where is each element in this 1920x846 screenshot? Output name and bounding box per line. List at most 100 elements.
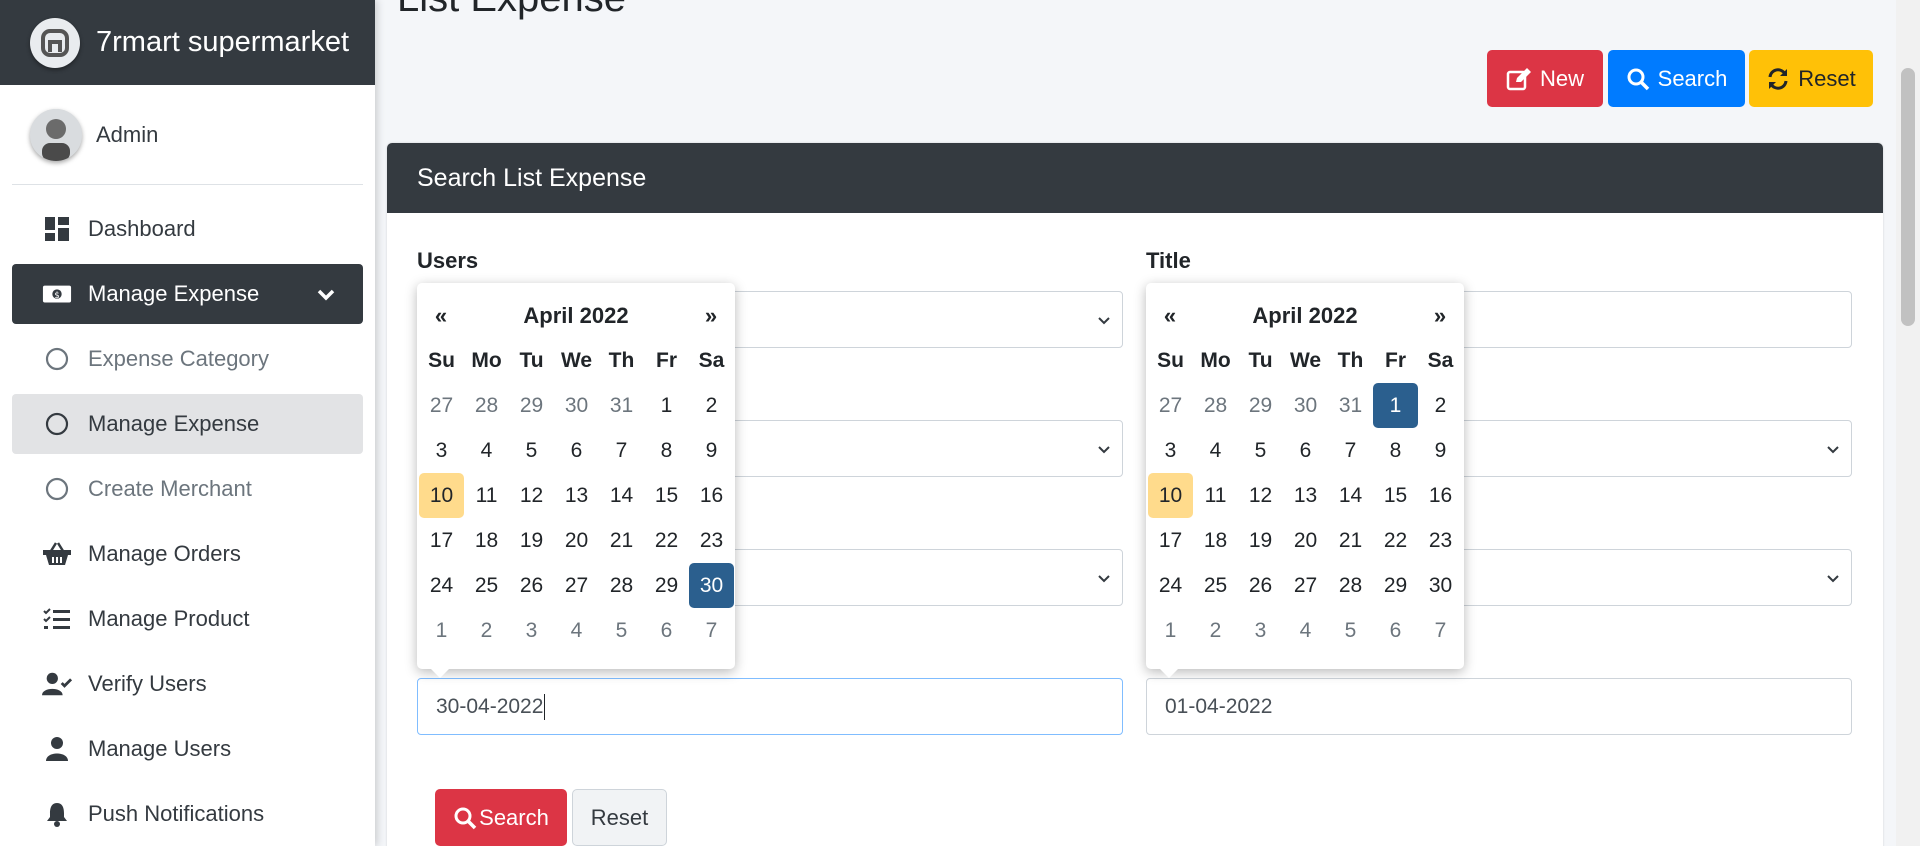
calendar-day[interactable]: 10 xyxy=(419,473,464,518)
user-panel[interactable]: Admin xyxy=(12,85,363,185)
calendar-day[interactable]: 27 xyxy=(554,563,599,608)
calendar-day[interactable]: 3 xyxy=(419,428,464,473)
calendar-day[interactable]: 13 xyxy=(554,473,599,518)
calendar-day[interactable]: 6 xyxy=(554,428,599,473)
calendar-day[interactable]: 31 xyxy=(599,383,644,428)
calendar-day[interactable]: 5 xyxy=(599,608,644,653)
calendar-day[interactable]: 6 xyxy=(1283,428,1328,473)
calendar-day[interactable]: 28 xyxy=(1193,383,1238,428)
sidebar-item-manage-expense-sub[interactable]: Manage Expense xyxy=(12,394,363,454)
calendar-day[interactable]: 5 xyxy=(1328,608,1373,653)
calendar-day[interactable]: 26 xyxy=(509,563,554,608)
calendar-day[interactable]: 5 xyxy=(509,428,554,473)
calendar-day[interactable]: 9 xyxy=(1418,428,1463,473)
calendar-day[interactable]: 27 xyxy=(1148,383,1193,428)
prev-month-button[interactable]: « xyxy=(1148,303,1192,329)
calendar-day[interactable]: 26 xyxy=(1238,563,1283,608)
calendar-day[interactable]: 3 xyxy=(1238,608,1283,653)
calendar-day[interactable]: 29 xyxy=(509,383,554,428)
calendar-day[interactable]: 30 xyxy=(554,383,599,428)
calendar-day[interactable]: 17 xyxy=(419,518,464,563)
calendar-day[interactable]: 7 xyxy=(599,428,644,473)
calendar-day[interactable]: 2 xyxy=(464,608,509,653)
calendar-day[interactable]: 22 xyxy=(644,518,689,563)
calendar-day[interactable]: 12 xyxy=(1238,473,1283,518)
calendar-day[interactable]: 31 xyxy=(1328,383,1373,428)
calendar-day[interactable]: 2 xyxy=(1193,608,1238,653)
datepicker-month[interactable]: April 2022 xyxy=(463,303,689,329)
calendar-day[interactable]: 3 xyxy=(1148,428,1193,473)
sidebar-item-expense-category[interactable]: Expense Category xyxy=(12,329,363,389)
prev-month-button[interactable]: « xyxy=(419,303,463,329)
sidebar-item-create-merchant[interactable]: Create Merchant xyxy=(12,459,363,519)
sidebar-item-manage-expense[interactable]: $ Manage Expense xyxy=(12,264,363,324)
calendar-day[interactable]: 1 xyxy=(644,383,689,428)
next-month-button[interactable]: » xyxy=(689,303,733,329)
calendar-day[interactable]: 20 xyxy=(1283,518,1328,563)
calendar-day[interactable]: 23 xyxy=(689,518,734,563)
calendar-day[interactable]: 28 xyxy=(1328,563,1373,608)
sidebar-item-verify-users[interactable]: Verify Users xyxy=(12,654,363,714)
calendar-day[interactable]: 1 xyxy=(419,608,464,653)
page-scrollbar[interactable] xyxy=(1896,0,1920,846)
calendar-day[interactable]: 4 xyxy=(1283,608,1328,653)
calendar-day[interactable]: 1 xyxy=(1148,608,1193,653)
calendar-day[interactable]: 14 xyxy=(599,473,644,518)
new-button[interactable]: New xyxy=(1487,50,1603,107)
calendar-day[interactable]: 8 xyxy=(644,428,689,473)
date-from-input[interactable]: 30-04-2022 xyxy=(417,678,1123,735)
form-search-button[interactable]: Search xyxy=(435,789,567,846)
calendar-day[interactable]: 28 xyxy=(599,563,644,608)
sidebar-item-manage-orders[interactable]: Manage Orders xyxy=(12,524,363,584)
next-month-button[interactable]: » xyxy=(1418,303,1462,329)
calendar-day[interactable]: 17 xyxy=(1148,518,1193,563)
calendar-day[interactable]: 25 xyxy=(464,563,509,608)
calendar-day[interactable]: 6 xyxy=(1373,608,1418,653)
calendar-day[interactable]: 16 xyxy=(1418,473,1463,518)
calendar-day[interactable]: 7 xyxy=(1418,608,1463,653)
form-reset-button[interactable]: Reset xyxy=(572,789,667,846)
search-button[interactable]: Search xyxy=(1608,50,1745,107)
calendar-day[interactable]: 6 xyxy=(644,608,689,653)
calendar-day[interactable]: 1 xyxy=(1373,383,1418,428)
calendar-day[interactable]: 3 xyxy=(509,608,554,653)
calendar-day[interactable]: 2 xyxy=(1418,383,1463,428)
calendar-day[interactable]: 25 xyxy=(1193,563,1238,608)
calendar-day[interactable]: 15 xyxy=(1373,473,1418,518)
calendar-day[interactable]: 28 xyxy=(464,383,509,428)
calendar-day[interactable]: 11 xyxy=(1193,473,1238,518)
calendar-day[interactable]: 16 xyxy=(689,473,734,518)
calendar-day[interactable]: 10 xyxy=(1148,473,1193,518)
calendar-day[interactable]: 7 xyxy=(689,608,734,653)
calendar-day[interactable]: 4 xyxy=(554,608,599,653)
calendar-day[interactable]: 20 xyxy=(554,518,599,563)
calendar-day[interactable]: 9 xyxy=(689,428,734,473)
calendar-day[interactable]: 8 xyxy=(1373,428,1418,473)
calendar-day[interactable]: 21 xyxy=(1328,518,1373,563)
calendar-day[interactable]: 29 xyxy=(1238,383,1283,428)
calendar-day[interactable]: 4 xyxy=(1193,428,1238,473)
calendar-day[interactable]: 5 xyxy=(1238,428,1283,473)
brand[interactable]: 7rmart supermarket xyxy=(0,0,375,85)
sidebar-item-dashboard[interactable]: Dashboard xyxy=(12,199,363,259)
calendar-day[interactable]: 7 xyxy=(1328,428,1373,473)
calendar-day[interactable]: 19 xyxy=(1238,518,1283,563)
calendar-day[interactable]: 29 xyxy=(1373,563,1418,608)
calendar-day[interactable]: 12 xyxy=(509,473,554,518)
calendar-day[interactable]: 11 xyxy=(464,473,509,518)
calendar-day[interactable]: 21 xyxy=(599,518,644,563)
datepicker-month[interactable]: April 2022 xyxy=(1192,303,1418,329)
calendar-day[interactable]: 24 xyxy=(1148,563,1193,608)
calendar-day[interactable]: 2 xyxy=(689,383,734,428)
calendar-day[interactable]: 18 xyxy=(464,518,509,563)
scrollbar-thumb[interactable] xyxy=(1901,68,1915,326)
calendar-day[interactable]: 23 xyxy=(1418,518,1463,563)
calendar-day[interactable]: 30 xyxy=(689,563,734,608)
calendar-day[interactable]: 14 xyxy=(1328,473,1373,518)
sidebar-item-manage-users[interactable]: Manage Users xyxy=(12,719,363,779)
date-to-input[interactable]: 01-04-2022 xyxy=(1146,678,1852,735)
calendar-day[interactable]: 18 xyxy=(1193,518,1238,563)
calendar-day[interactable]: 27 xyxy=(1283,563,1328,608)
calendar-day[interactable]: 30 xyxy=(1283,383,1328,428)
calendar-day[interactable]: 30 xyxy=(1418,563,1463,608)
